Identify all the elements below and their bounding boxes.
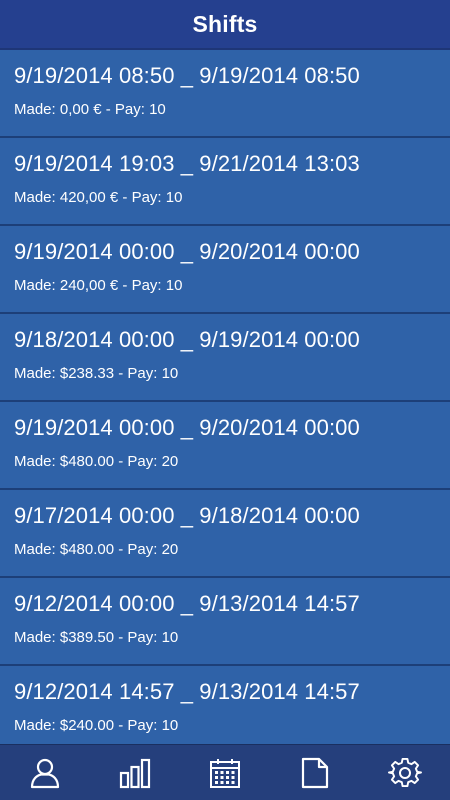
list-item[interactable]: 9/17/2014 00:00 _ 9/18/2014 00:00 Made: …	[0, 490, 450, 578]
page-title: Shifts	[192, 10, 258, 37]
shift-date-range: 9/19/2014 19:03 _ 9/21/2014 13:03	[14, 151, 360, 176]
list-item[interactable]: 9/18/2014 00:00 _ 9/19/2014 00:00 Made: …	[0, 314, 450, 402]
nav-calendar-button[interactable]	[195, 747, 255, 799]
user-icon	[30, 758, 60, 788]
shift-date-range: 9/19/2014 00:00 _ 9/20/2014 00:00	[14, 239, 360, 264]
shift-earnings: Made: 0,00 € - Pay: 10	[14, 101, 166, 118]
document-icon	[301, 757, 329, 788]
shift-earnings: Made: $389.50 - Pay: 10	[14, 629, 179, 646]
list-item[interactable]: 9/12/2014 14:57 _ 9/13/2014 14:57 Made: …	[0, 666, 450, 744]
shift-date-range: 9/12/2014 00:00 _ 9/13/2014 14:57	[14, 591, 360, 616]
shift-list[interactable]: 9/19/2014 08:50 _ 9/19/2014 08:50 Made: …	[0, 50, 450, 744]
gear-icon	[388, 757, 422, 787]
shift-date-range: 9/19/2014 00:00 _ 9/20/2014 00:00	[14, 415, 360, 440]
nav-settings-button[interactable]	[375, 747, 435, 799]
shift-earnings: Made: $238.33 - Pay: 10	[14, 365, 179, 382]
nav-stats-button[interactable]	[105, 747, 165, 799]
list-item[interactable]: 9/19/2014 19:03 _ 9/21/2014 13:03 Made: …	[0, 138, 450, 226]
shift-date-range: 9/19/2014 08:50 _ 9/19/2014 08:50	[14, 63, 360, 88]
list-item[interactable]: 9/19/2014 00:00 _ 9/20/2014 00:00 Made: …	[0, 402, 450, 490]
bar-chart-icon	[119, 758, 151, 788]
list-item[interactable]: 9/12/2014 00:00 _ 9/13/2014 14:57 Made: …	[0, 578, 450, 666]
shift-date-range: 9/12/2014 14:57 _ 9/13/2014 14:57	[14, 679, 360, 704]
shift-earnings: Made: 240,00 € - Pay: 10	[14, 277, 183, 294]
list-item[interactable]: 9/19/2014 00:00 _ 9/20/2014 00:00 Made: …	[0, 226, 450, 314]
list-item[interactable]: 9/19/2014 08:50 _ 9/19/2014 08:50 Made: …	[0, 50, 450, 138]
shift-date-range: 9/18/2014 00:00 _ 9/19/2014 00:00	[14, 327, 360, 352]
calendar-icon	[210, 758, 240, 788]
nav-reports-button[interactable]	[285, 747, 345, 799]
shift-earnings: Made: $480.00 - Pay: 20	[14, 541, 179, 558]
app-screen: Shifts 9/19/2014 08:50 _ 9/19/2014 08:50…	[0, 0, 450, 800]
shift-earnings: Made: $240.00 - Pay: 10	[14, 717, 179, 734]
bottom-nav	[0, 744, 450, 800]
app-header: Shifts	[0, 0, 450, 50]
shift-earnings: Made: 420,00 € - Pay: 10	[14, 189, 183, 206]
shift-date-range: 9/17/2014 00:00 _ 9/18/2014 00:00	[14, 503, 360, 528]
shift-earnings: Made: $480.00 - Pay: 20	[14, 453, 179, 470]
nav-profile-button[interactable]	[15, 747, 75, 799]
